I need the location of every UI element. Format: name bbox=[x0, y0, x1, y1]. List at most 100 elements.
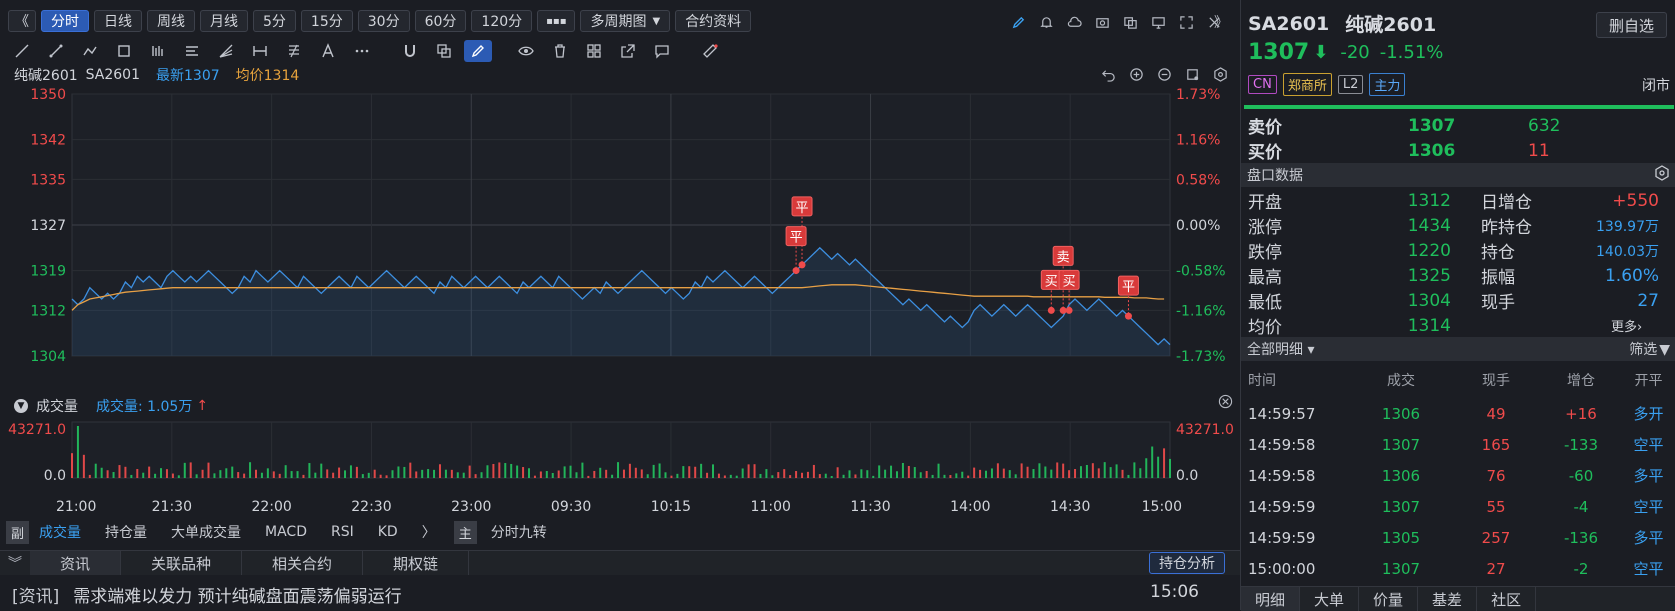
magnet-icon[interactable] bbox=[396, 40, 424, 62]
ray-tool-icon[interactable] bbox=[42, 40, 70, 62]
export-icon[interactable] bbox=[614, 40, 642, 62]
order-book: 卖价 1307 632 买价 1306 11 bbox=[1241, 113, 1675, 164]
collapse-news-icon[interactable]: ︾ bbox=[0, 553, 30, 573]
undo-icon[interactable] bbox=[1098, 64, 1118, 84]
bid-volume: 11 bbox=[1528, 140, 1550, 161]
cloud-icon[interactable] bbox=[1064, 12, 1084, 32]
contract-info-button[interactable]: 合约资料 bbox=[675, 10, 752, 32]
news-headline-row[interactable]: [资讯] 需求端难以发力 预计纯碱盘面震荡偏弱运行 bbox=[12, 582, 402, 607]
rect-tool-icon[interactable] bbox=[110, 40, 138, 62]
stat-label-2: 持仓 bbox=[1481, 243, 1515, 263]
news-tab-2[interactable]: 相关合约 bbox=[242, 551, 364, 575]
period-button-8[interactable]: 120分 bbox=[471, 10, 533, 32]
fib-tool-icon[interactable] bbox=[280, 40, 308, 62]
tick-volume: 257 bbox=[1481, 528, 1511, 547]
indicator-tab-5[interactable]: KD bbox=[378, 524, 398, 540]
y-tick-right: -0.58% bbox=[1176, 264, 1226, 280]
news-tab-0[interactable]: 资讯 bbox=[30, 551, 122, 575]
last-price: 1307 bbox=[1248, 40, 1310, 65]
news-tab-3[interactable]: 期权链 bbox=[363, 551, 470, 575]
detail-title[interactable]: 全部明细 ▾ bbox=[1247, 339, 1314, 359]
zoom-in-icon[interactable] bbox=[1126, 64, 1146, 84]
period-button-2[interactable]: 周线 bbox=[147, 10, 195, 32]
volume-y-tick: 0.0 bbox=[1176, 468, 1198, 484]
pen-icon[interactable] bbox=[1008, 12, 1028, 32]
filter-label: 筛选 bbox=[1629, 342, 1658, 358]
period-button-6[interactable]: 30分 bbox=[357, 10, 410, 32]
monitor-icon[interactable] bbox=[1148, 12, 1168, 32]
period-button-4[interactable]: 5分 bbox=[253, 10, 296, 32]
holding-analysis-button[interactable]: 持仓分析 bbox=[1149, 552, 1225, 574]
text-tool-icon[interactable] bbox=[314, 40, 342, 62]
expand-right-button[interactable]: 》 bbox=[1214, 12, 1228, 32]
tick-col-header: 时间 bbox=[1248, 372, 1276, 389]
indicator-next-button[interactable]: 〉 bbox=[422, 522, 436, 542]
tick-oi-change: -4 bbox=[1573, 497, 1589, 516]
fan-tool-icon[interactable] bbox=[212, 40, 240, 62]
tick-row: 14:59:59 1307 55 -4 空平 bbox=[1241, 491, 1675, 522]
period-button-5[interactable]: 15分 bbox=[300, 10, 353, 32]
layers-icon[interactable] bbox=[430, 40, 458, 62]
indicator-tab-2[interactable]: 大单成交量 bbox=[171, 522, 241, 542]
settings-hex-icon[interactable] bbox=[1654, 165, 1670, 185]
collapse-left-button[interactable]: 《 bbox=[8, 10, 36, 32]
indicator-tab-1[interactable]: 持仓量 bbox=[105, 522, 147, 542]
settings-icon[interactable] bbox=[1210, 64, 1230, 84]
draw-pen-icon[interactable] bbox=[464, 40, 492, 62]
bell-icon[interactable] bbox=[1036, 12, 1056, 32]
ask-price: 1307 bbox=[1408, 115, 1456, 136]
remove-watchlist-button[interactable]: 删自选 bbox=[1596, 12, 1668, 38]
polyline-tool-icon[interactable] bbox=[76, 40, 104, 62]
y-tick-right: 1.73% bbox=[1176, 88, 1220, 103]
multi-period-dropdown[interactable]: 多周期图 ▼ bbox=[580, 10, 671, 32]
channel-tool-icon[interactable] bbox=[144, 40, 172, 62]
tag-l2: L2 bbox=[1337, 75, 1364, 94]
volume-chart[interactable]: 43271.0 0.0 43271.0 0.0 21:00 21:30 22:00 22:30… bbox=[0, 418, 1240, 518]
measure-tool-icon[interactable] bbox=[246, 40, 274, 62]
news-headline[interactable]: 需求端难以发力 预计纯碱盘面震荡偏弱运行 bbox=[73, 582, 401, 607]
camera-icon[interactable] bbox=[1092, 12, 1112, 32]
eye-icon[interactable] bbox=[512, 40, 540, 62]
detail-tab-0[interactable]: 明细 bbox=[1241, 587, 1301, 611]
parallel-tool-icon[interactable] bbox=[178, 40, 206, 62]
more-periods-button[interactable]: ▪▪▪ bbox=[537, 10, 576, 32]
detail-tab-4[interactable]: 社区 bbox=[1477, 587, 1537, 611]
line-tool-icon[interactable] bbox=[8, 40, 36, 62]
stat-value-2: 139.97万 bbox=[1596, 218, 1659, 235]
y-tick-left: 1312 bbox=[30, 303, 66, 319]
main-indicator-tab[interactable]: 分时九转 bbox=[491, 522, 547, 542]
copy-icon[interactable] bbox=[1120, 12, 1140, 32]
more-stats-link[interactable]: 更多› bbox=[1611, 316, 1642, 335]
period-button-7[interactable]: 60分 bbox=[414, 10, 467, 32]
crop-icon[interactable] bbox=[1182, 64, 1202, 84]
price-chart[interactable]: 1350 1.73% 1342 1.16% 1335 0.58% 1327 0.00% 1319… bbox=[0, 88, 1240, 388]
detail-tab-3[interactable]: 基差 bbox=[1418, 587, 1478, 611]
period-button-0[interactable]: 分时 bbox=[41, 10, 89, 32]
tick-time: 14:59:57 bbox=[1248, 404, 1316, 423]
indicator-tab-4[interactable]: RSI bbox=[331, 524, 354, 540]
close-volume-icon[interactable] bbox=[1218, 394, 1233, 413]
grid-icon[interactable] bbox=[580, 40, 608, 62]
indicator-tab-0[interactable]: 成交量 bbox=[39, 522, 81, 542]
fullscreen-icon[interactable] bbox=[1176, 12, 1196, 32]
news-tab-1[interactable]: 关联品种 bbox=[121, 551, 243, 575]
period-button-3[interactable]: 月线 bbox=[200, 10, 248, 32]
arrow-down-icon: ⬇ bbox=[1313, 42, 1329, 63]
volume-value: 成交量: 1.05万 bbox=[96, 399, 193, 415]
ruler-icon[interactable] bbox=[696, 40, 724, 62]
comment-icon[interactable] bbox=[648, 40, 676, 62]
indicator-tab-3[interactable]: MACD bbox=[265, 524, 307, 540]
more-tools-icon[interactable] bbox=[348, 40, 376, 62]
period-button-1[interactable]: 日线 bbox=[94, 10, 142, 32]
filter-button[interactable]: 筛选 ▼ bbox=[1629, 339, 1670, 359]
detail-tab-1[interactable]: 大单 bbox=[1300, 587, 1360, 611]
quote-tags: CN 郑商所 L2 主力 bbox=[1248, 73, 1411, 96]
zoom-out-icon[interactable] bbox=[1154, 64, 1174, 84]
detail-tab-2[interactable]: 价量 bbox=[1359, 587, 1419, 611]
stat-label-2: 振幅 bbox=[1481, 268, 1515, 288]
trash-icon[interactable] bbox=[546, 40, 574, 62]
tick-time: 15:00:00 bbox=[1248, 559, 1316, 578]
tag-cn: CN bbox=[1248, 75, 1277, 94]
trade-marker-label: 买 bbox=[1063, 274, 1076, 289]
collapse-volume-icon[interactable]: ▼ bbox=[14, 399, 28, 413]
